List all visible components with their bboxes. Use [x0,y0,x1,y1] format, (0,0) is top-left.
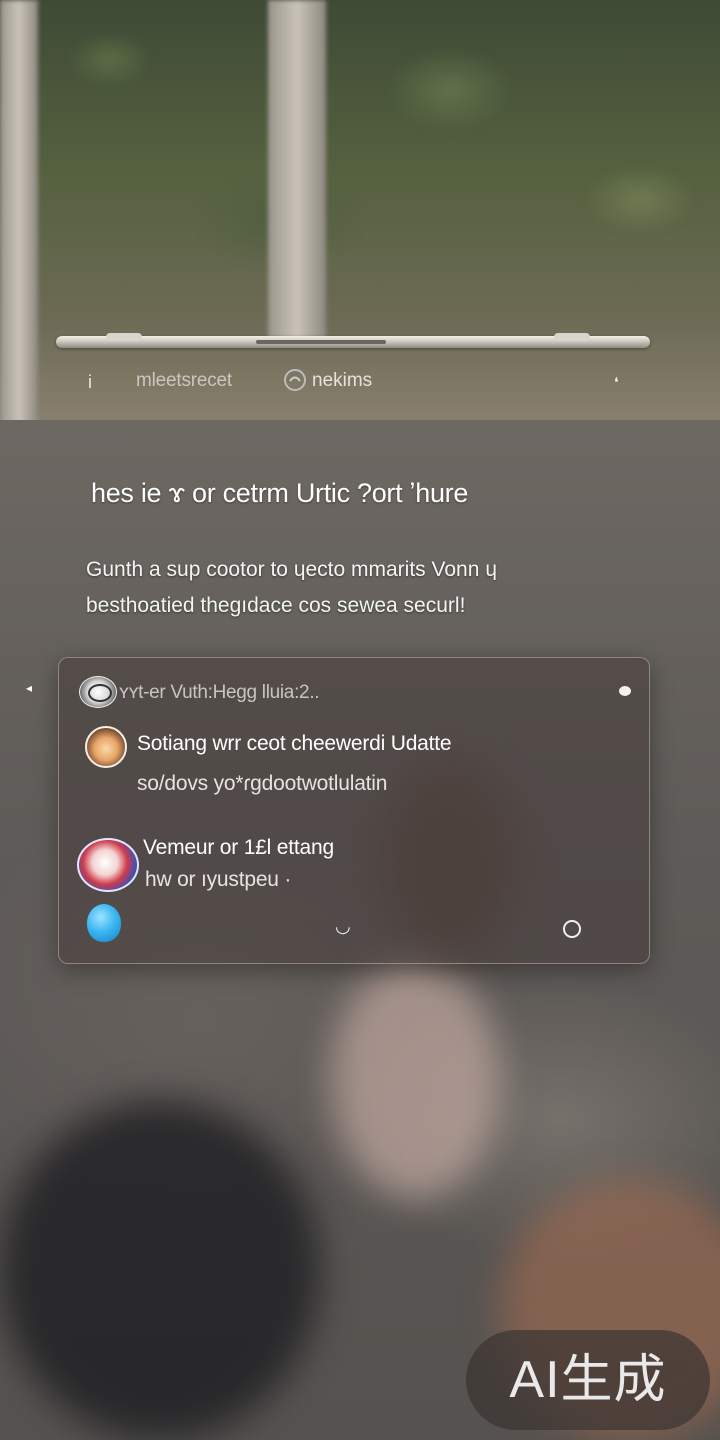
card-header: ʏʏt-er Vuth:Hegg lluia:2.. [79,676,631,708]
sender-avatar[interactable] [79,676,117,708]
description-line-1: Gunth a sup cootor to ɥecto mmarits Vonn… [86,558,497,581]
sun-icon [85,726,127,768]
item-title: Sotiang wrr ceot cheewerdi Udatte [137,732,452,755]
top-handle-bar [56,333,650,348]
item-title: Vemeur or 1£l ettang [143,836,334,859]
background-person [0,1100,320,1440]
top-bar-slot [256,340,386,344]
app-logo-icon [283,368,307,392]
app-subtitle: nekims [312,370,373,391]
app-header: i mleetsrecet nekims ❛ [80,366,640,398]
background-pillar-center [268,0,326,340]
background-pillar-left [0,0,38,430]
ai-generated-badge: AI生成 [466,1330,710,1430]
drop-icon[interactable] [87,904,121,942]
footer-center-icon[interactable]: ◡ [335,916,351,936]
more-options-icon[interactable]: ❛ [614,374,630,390]
description-line-2: besthoatied thegıdace cos sewea securl! [86,594,466,617]
item-subtitle: so/dovs yo*ɾgdootwotlulatin [137,772,388,795]
top-bar-nub-left [106,333,142,341]
item-subtitle: hw or ıyustpeu · [145,868,292,891]
message-card[interactable]: ʏʏt-er Vuth:Hegg lluia:2.. Sotiang wrr c… [58,657,650,964]
top-bar-nub-right [554,333,590,341]
more-dots-icon[interactable] [619,686,631,696]
list-item[interactable]: Sotiang wrr ceot cheewerdi Udatte so/dov… [79,726,619,806]
menu-icon[interactable]: i [88,372,102,392]
description: Gunth a sup cootor to ɥecto mmarits Vonn… [86,552,646,624]
sender-name: ʏʏt-er Vuth:Hegg lluia:2.. [119,682,320,703]
back-arrow-icon[interactable]: ◂ [26,681,38,695]
headline: hes ie ɤ or cetrm Urtic ?ort ʼhure [91,478,469,508]
list-item[interactable]: Vemeur or 1£l ettang hw or ıyustpeu · [77,836,619,902]
app-title: mleetsrecet [136,370,233,391]
globe-icon [77,838,139,892]
background-foliage [30,0,720,330]
circle-icon[interactable] [563,920,581,938]
background-hand [330,960,500,1200]
